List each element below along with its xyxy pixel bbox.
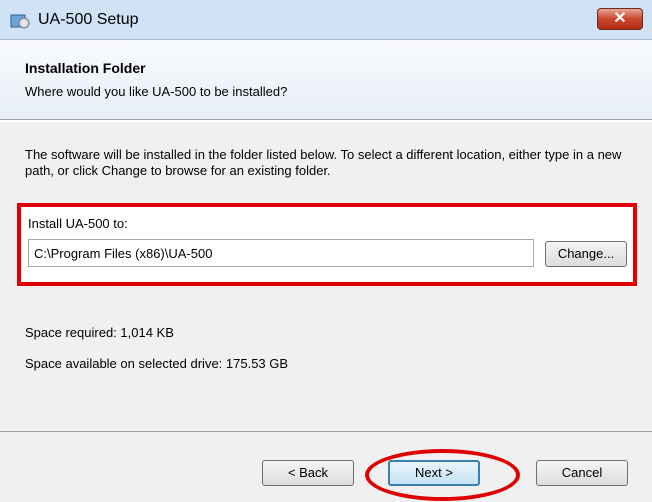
close-button[interactable]: ✕ [597,8,643,30]
back-button[interactable]: < Back [262,460,354,486]
next-button[interactable]: Next > [388,460,480,486]
banner-subtitle: Where would you like UA-500 to be instal… [25,84,288,99]
space-required-text: Space required: 1,014 KB [25,325,174,340]
button-bar: < Back Next > Cancel [0,432,652,502]
setup-window: UA-500 Setup ✕ Installation Folder Where… [0,0,652,502]
install-path-field[interactable] [28,239,534,267]
banner-title: Installation Folder [25,60,146,76]
install-location-group: Install UA-500 to: Change... [17,203,637,286]
change-button-label: Change... [557,246,615,261]
dialog-body: The software will be installed in the fo… [0,122,652,432]
header-banner: Installation Folder Where would you like… [0,40,652,120]
cancel-button[interactable]: Cancel [536,460,628,486]
install-label: Install UA-500 to: [28,216,128,231]
change-button[interactable]: Change... [545,241,627,267]
window-title: UA-500 Setup [38,11,139,28]
space-available-text: Space available on selected drive: 175.5… [25,356,289,371]
title-bar: UA-500 Setup ✕ [0,0,652,40]
close-icon: ✕ [613,10,627,27]
description-text: The software will be installed in the fo… [25,147,622,178]
installer-app-icon [10,14,30,29]
